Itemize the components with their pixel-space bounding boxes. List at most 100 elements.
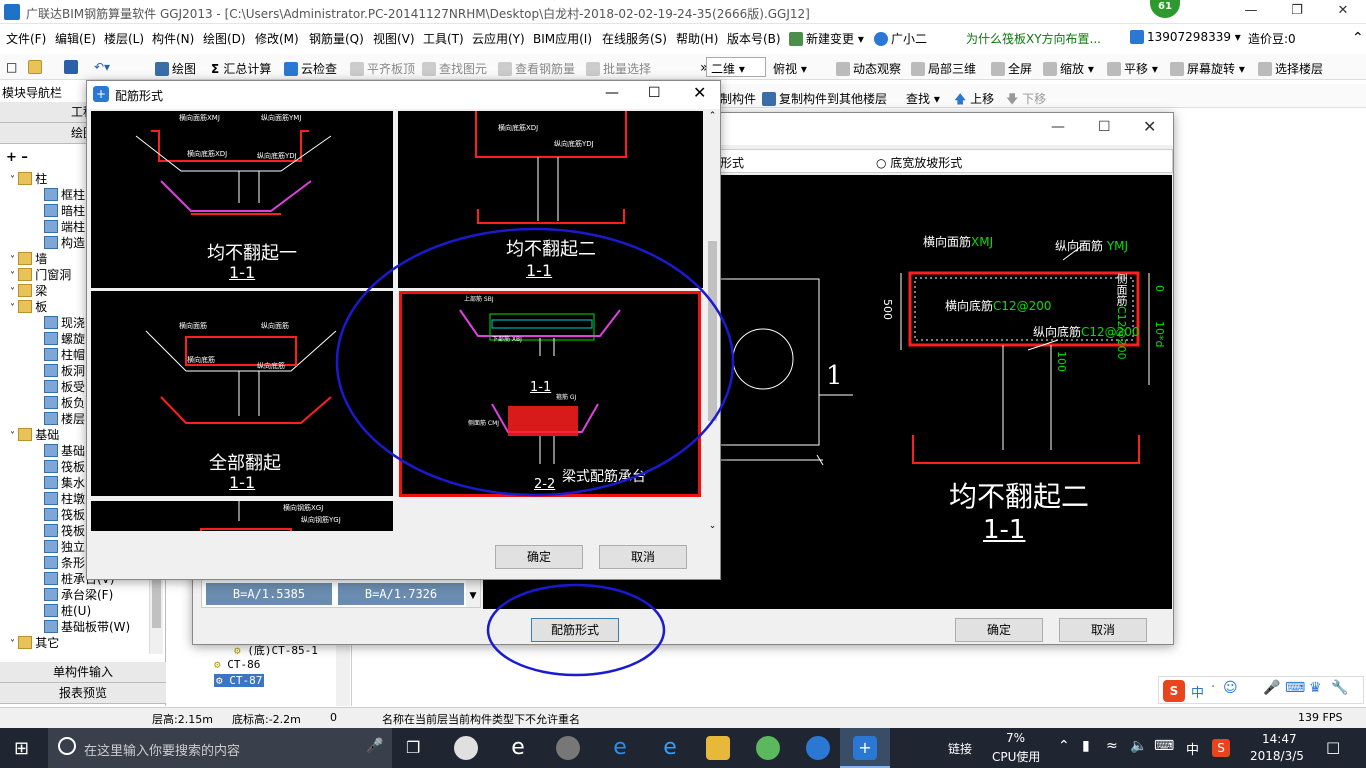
expand-arrow-icon[interactable]: ˅ — [10, 255, 18, 266]
zoom-button[interactable]: 缩放 ▾ — [1043, 60, 1094, 77]
copy-to-floor-button[interactable]: 复制构件到其他楼层 — [762, 90, 887, 107]
tree-folder[interactable]: ˅ 板 — [10, 298, 47, 315]
tree-item[interactable]: 框柱 — [44, 186, 85, 203]
top-view-button[interactable]: 俯视 ▾ — [773, 60, 807, 77]
keyboard-icon[interactable]: ⌨ — [1154, 738, 1174, 754]
fullscreen-button[interactable]: 全屏 — [991, 60, 1032, 77]
rebar-option-1[interactable]: 横向面筋XMJ 纵向面筋YMJ 横向底筋XDJ 纵向底筋YDJ 均不翻起一 1-… — [91, 111, 393, 288]
swirl-app-icon[interactable] — [556, 736, 580, 760]
bottom-slope-radio[interactable]: ○ 底宽放坡形式 — [876, 154, 962, 171]
battery-icon[interactable]: ▮ — [1082, 738, 1090, 754]
tree-item[interactable]: 板洞 — [44, 362, 85, 379]
new-change-menu[interactable]: 新建变更 ▾ — [789, 30, 864, 47]
menu-rebar[interactable]: 钢筋量(Q) — [309, 30, 364, 47]
menu-draw[interactable]: 绘图(D) — [203, 30, 246, 47]
close-button[interactable]: ✕ — [1320, 0, 1366, 24]
report-preview-tab[interactable]: 报表预览 — [0, 683, 166, 704]
cost-beans[interactable]: 造价豆:0 — [1248, 30, 1296, 47]
save-icon[interactable] — [64, 60, 81, 74]
rebar-form-ok-button[interactable]: 确定 — [495, 545, 583, 569]
list-item-selected[interactable]: ⚙ CT-87 — [214, 674, 265, 687]
list-scrollbar[interactable] — [336, 640, 350, 706]
ime-keyboard-icon[interactable]: ⌨ — [1285, 680, 1305, 696]
find-element-button[interactable]: 查找图元 — [422, 60, 487, 77]
rebar-form-minimize-icon[interactable]: — — [605, 85, 619, 101]
tree-item[interactable]: 板受 — [44, 378, 85, 395]
active-app-tab[interactable]: + — [840, 728, 890, 768]
expand-collapse-icon[interactable]: + – — [6, 150, 28, 165]
tree-item[interactable]: 桩(U) — [44, 602, 91, 619]
rebar-option-3[interactable]: 横向面筋 纵向面筋 横向底筋 纵向底筋 全部翻起 1-1 — [91, 291, 393, 496]
expand-arrow-icon[interactable]: ˅ — [10, 431, 18, 442]
tree-item[interactable]: 筏板 — [44, 522, 85, 539]
account-menu[interactable]: 13907298339 ▾ — [1130, 30, 1241, 44]
options-scrollbar[interactable]: ⌃ ⌄ — [705, 111, 720, 531]
scroll-down-icon[interactable]: ⌄ — [705, 521, 720, 531]
list-item[interactable]: ⚙ CT-86 — [214, 658, 260, 671]
glodon-g-icon[interactable] — [806, 736, 830, 760]
open-folder-icon[interactable] — [28, 60, 45, 74]
rebar-form-button[interactable]: 配筋形式 — [531, 618, 619, 642]
tree-item[interactable]: 基础板带(W) — [44, 618, 130, 635]
tree-folder[interactable]: ˅ 墙 — [10, 250, 47, 267]
file-explorer-icon[interactable] — [706, 736, 730, 760]
ime-skin-icon[interactable]: ♛ — [1309, 680, 1322, 696]
tree-item[interactable]: 基础 — [44, 442, 85, 459]
menu-component[interactable]: 构件(N) — [152, 30, 194, 47]
tree-item[interactable]: 筏板 — [44, 458, 85, 475]
menu-file[interactable]: 文件(F) — [6, 30, 46, 47]
single-input-tab[interactable]: 单构件输入 — [0, 662, 166, 683]
minimize-button[interactable]: — — [1228, 0, 1274, 24]
tree-item[interactable]: 楼层 — [44, 410, 85, 427]
tray-link-label[interactable]: 链接 — [948, 740, 972, 757]
tree-item[interactable]: 端柱 — [44, 218, 85, 235]
clock-date[interactable]: 2018/3/5 — [1250, 749, 1304, 763]
menu-tools[interactable]: 工具(T) — [423, 30, 464, 47]
new-file-icon[interactable]: □ — [6, 60, 17, 74]
slope-value-box[interactable]: B=A/1.5385 — [206, 583, 332, 605]
notification-icon[interactable]: □ — [1326, 738, 1340, 756]
menu-cloud[interactable]: 云应用(Y) — [472, 30, 525, 47]
ime-mic-icon[interactable]: 🎤 — [1263, 680, 1280, 696]
view-mode-select[interactable]: 二维 ▾ — [706, 57, 766, 77]
menu-online[interactable]: 在线服务(S) — [602, 30, 667, 47]
select-floor-button[interactable]: 选择楼层 — [1258, 60, 1323, 77]
expand-arrow-icon[interactable]: ˅ — [10, 303, 18, 314]
rebar-option-4-selected[interactable]: 上部筋 SBJ 下部筋 XBJ 侧面筋 CMJ 箍筋 GJ 1-1 梁式配筋承台… — [399, 291, 701, 497]
restore-button[interactable]: ❐ — [1274, 0, 1320, 24]
slope-value-box[interactable]: B=A/1.7326 — [338, 583, 464, 605]
pinwheel-app-icon[interactable] — [454, 736, 478, 760]
ie-browser-icon[interactable]: e — [506, 736, 530, 760]
local3d-button[interactable]: 局部三维 — [911, 60, 976, 77]
dialog-minimize-icon[interactable]: — — [1051, 119, 1065, 135]
taskbar-search-box[interactable]: 在这里输入你要搜索的内容 🎤 — [48, 728, 392, 768]
sogou-tray-icon[interactable]: S — [1212, 739, 1230, 757]
tree-item[interactable]: 柱墩 — [44, 490, 85, 507]
windows-start-icon[interactable]: ⊞ — [14, 738, 29, 759]
find-button[interactable]: 查找 ▾ — [906, 90, 940, 107]
dialog-maximize-icon[interactable]: ☐ — [1098, 119, 1111, 135]
rotate-button[interactable]: 屏幕旋转 ▾ — [1170, 60, 1245, 77]
expand-arrow-icon[interactable]: ˅ — [10, 287, 18, 298]
ime-tools-icon[interactable]: 🔧 — [1331, 680, 1348, 696]
edge-browser-icon[interactable]: e — [608, 736, 632, 760]
tree-item[interactable]: 板负 — [44, 394, 85, 411]
copy-component-button[interactable]: 制构件 — [720, 90, 756, 107]
tree-item[interactable]: 筏板 — [44, 506, 85, 523]
expand-arrow-icon[interactable]: ˅ — [10, 639, 18, 650]
tree-item[interactable]: 暗柱 — [44, 202, 85, 219]
cloud-check-button[interactable]: 云检查 — [284, 60, 337, 77]
dynamic-view-button[interactable]: 动态观察 — [836, 60, 901, 77]
task-view-icon[interactable]: ❐ — [406, 738, 420, 757]
tree-item[interactable]: 承台梁(F) — [44, 586, 113, 603]
ime-chinese-mode[interactable]: 中 — [1191, 682, 1204, 701]
tree-folder[interactable]: ˅ 基础 — [10, 426, 59, 443]
draw-button[interactable]: 绘图 — [155, 60, 196, 77]
menu-floor[interactable]: 楼层(L) — [104, 30, 144, 47]
wifi-icon[interactable]: ≈ — [1106, 738, 1118, 754]
menu-help[interactable]: 帮助(H) — [676, 30, 718, 47]
tree-folder[interactable]: ˅ 柱 — [10, 170, 47, 187]
rebar-option-2[interactable]: 横向底筋XDJ 纵向底筋YDJ 均不翻起二 1-1 — [398, 111, 703, 288]
view-rebar-button[interactable]: 查看钢筋量 — [498, 60, 575, 77]
menu-version[interactable]: 版本号(B) — [727, 30, 781, 47]
